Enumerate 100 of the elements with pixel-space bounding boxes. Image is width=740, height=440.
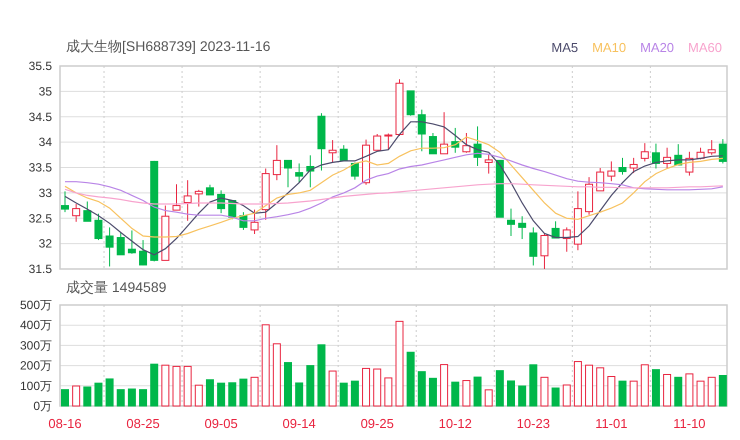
volume-bar [94, 382, 102, 406]
volume-bar [630, 380, 638, 406]
axis-label: 34.5 [28, 110, 52, 124]
volume-bar [295, 382, 304, 406]
candlestick [116, 232, 125, 256]
volume-bar [116, 389, 125, 406]
candlestick [295, 162, 304, 183]
volume-bar [172, 366, 180, 406]
axis-label: 35 [38, 84, 52, 98]
candlestick [161, 205, 170, 261]
axis-label: 35.5 [28, 59, 52, 73]
volume-bar [373, 368, 382, 406]
volume-bar [518, 386, 526, 406]
volume-bar [340, 382, 348, 406]
candlestick [652, 143, 660, 170]
candlestick [317, 112, 326, 172]
volume-bar [418, 371, 426, 406]
candlestick [262, 168, 270, 220]
volume-bar [284, 362, 292, 406]
volume-bar [72, 386, 80, 406]
volume-bar [139, 389, 148, 406]
candlestick [384, 133, 392, 150]
volume-bar [217, 382, 226, 406]
volume-bar [250, 376, 259, 406]
axis-label: 33.5 [28, 160, 52, 174]
volume-bar [61, 389, 69, 406]
volume-bar [317, 344, 326, 406]
axis-label: 300万 [20, 338, 52, 352]
axis-label: 32 [38, 236, 52, 251]
candlestick [630, 157, 638, 174]
candlestick [106, 226, 114, 267]
volume-bar [440, 364, 448, 406]
candlestick [406, 90, 415, 116]
volume-bar [607, 376, 616, 406]
volume-bar [384, 377, 392, 406]
volume-bar [540, 376, 548, 406]
candlestick [518, 216, 526, 240]
volume-bar [150, 364, 158, 406]
volume-bar [552, 388, 560, 406]
candlestick [607, 160, 616, 182]
axis-label: 10-12 [438, 416, 472, 431]
candlestick [496, 160, 504, 218]
candlestick [451, 127, 460, 154]
volume-bar [618, 380, 626, 406]
volume-bar [484, 389, 493, 406]
candlestick [574, 190, 582, 251]
candlestick [250, 209, 259, 234]
axis-label: 11-10 [673, 416, 706, 431]
volume-bar [239, 378, 248, 406]
axis-label: 400万 [20, 318, 52, 332]
candlestick [685, 151, 694, 176]
axis-label: 32.5 [28, 211, 52, 226]
candlestick [83, 201, 92, 222]
candlestick [340, 144, 348, 161]
candlestick [484, 154, 493, 174]
candlestick [718, 138, 727, 164]
volume-bar [585, 364, 594, 406]
candlestick [562, 226, 571, 252]
volume-bar [574, 361, 582, 406]
volume-bar [83, 386, 92, 406]
candlestick [194, 189, 203, 208]
candlestick [139, 240, 148, 266]
legend-label: MA20 [640, 40, 674, 54]
volume-bar [128, 388, 136, 406]
candlestick [640, 142, 649, 162]
volume-bar [161, 364, 170, 406]
candlestick [708, 140, 716, 156]
candlestick [217, 190, 226, 214]
volume-bar [474, 376, 482, 406]
volume-bar [451, 382, 460, 406]
candlestick [172, 184, 180, 211]
candlestick [239, 212, 248, 230]
volume-bar [507, 380, 515, 406]
candlestick [507, 208, 515, 236]
axis-label: 09-25 [360, 416, 394, 431]
volume-bar [462, 380, 470, 406]
candlestick [585, 176, 594, 216]
candlestick [428, 132, 437, 154]
candlestick [184, 180, 192, 222]
candlestick [72, 204, 80, 222]
volume-bar [106, 378, 114, 406]
axis-label: 10-23 [516, 416, 550, 431]
volume-bar [206, 379, 214, 406]
volume-bar [562, 384, 571, 406]
volume-title: 成交量 1494589 [66, 279, 166, 297]
candlestick [272, 144, 281, 181]
axis-label: 09-14 [282, 416, 316, 431]
candlestick [474, 126, 482, 166]
axis-label: 34 [38, 135, 52, 150]
candlestick [462, 132, 470, 154]
volume-bar [184, 366, 192, 406]
legend-label: MA5 [551, 40, 578, 54]
candlestick [674, 144, 682, 166]
volume-bar [228, 382, 236, 406]
candlestick [418, 109, 426, 152]
volume-bar [194, 384, 203, 406]
volume-bar [306, 365, 314, 406]
axis-label: 500万 [20, 298, 52, 312]
axis-label: 11-01 [595, 416, 628, 431]
candlestick [552, 220, 560, 239]
